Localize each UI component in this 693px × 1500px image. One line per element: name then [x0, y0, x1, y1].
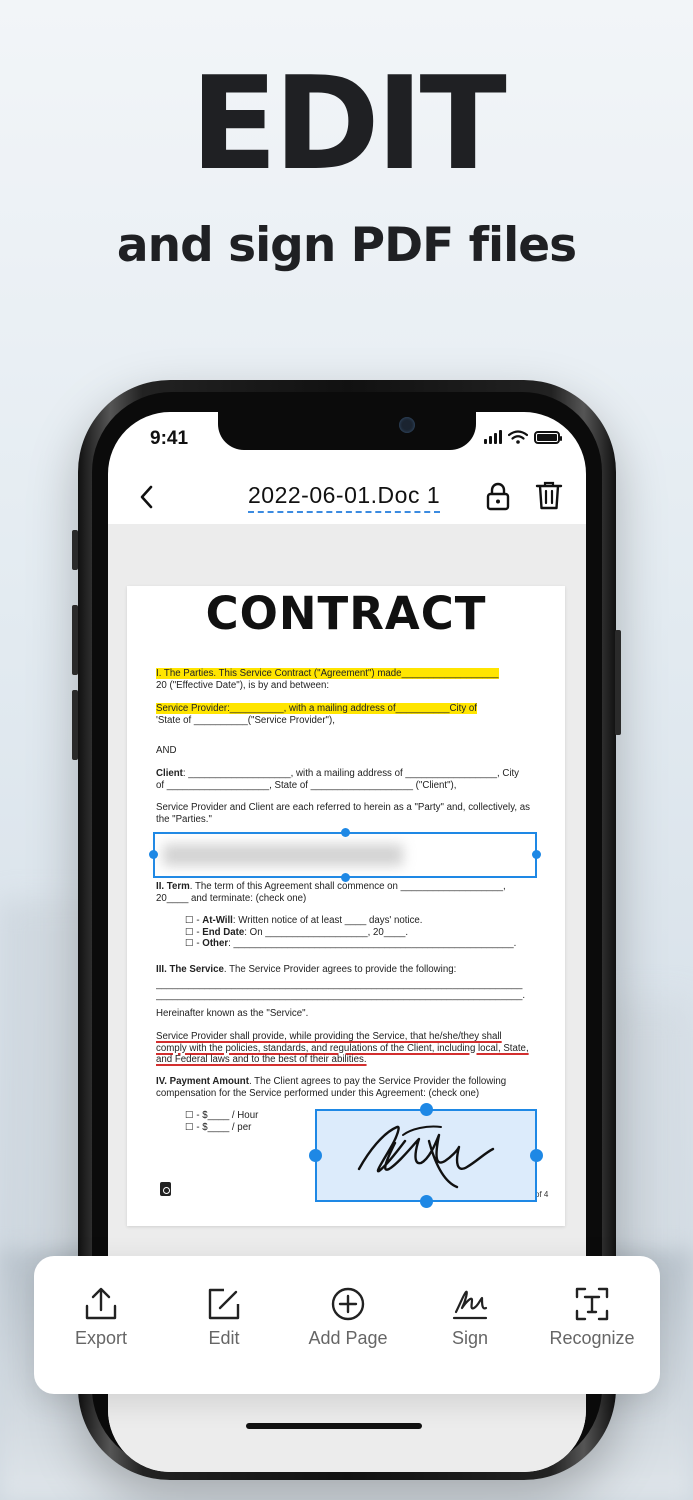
option-label: Other	[202, 938, 229, 949]
term-label: II. Term	[156, 881, 190, 892]
payment-options[interactable]: ☐ - $____ / Hour ☐ - $____ / per	[185, 1110, 305, 1133]
payment-label: IV. Payment Amount	[156, 1076, 249, 1087]
service-paragraph[interactable]: III. The Service. The Service Provider a…	[156, 964, 540, 1002]
bottom-toolbar: Export Edit Add Page Sign Recognize	[34, 1256, 660, 1394]
edit-label: Edit	[208, 1328, 240, 1348]
export-button[interactable]: Export	[46, 1286, 156, 1349]
paragraph-line: . The term of this Agreement shall comme…	[189, 881, 506, 892]
page-number: of 4	[535, 1190, 549, 1199]
option-text: : ______________________________________…	[228, 938, 517, 949]
checkbox: ☐ -	[185, 938, 203, 949]
sign-icon	[452, 1290, 488, 1320]
volume-up-button	[72, 605, 78, 675]
underlined-text: comply with the policies, standards, and…	[156, 1042, 529, 1054]
highlighted-text: Service Provider:__________, with a mail…	[156, 703, 477, 714]
paragraph-line: Service Provider and Client are each ref…	[156, 802, 530, 813]
paragraph-line: of ___________________, State of _______…	[156, 779, 457, 791]
signature-drawing	[357, 1125, 495, 1189]
per-option[interactable]: ☐ - $____ / per	[185, 1122, 305, 1134]
paragraph-line: 'State of __________("Service Provider")…	[156, 714, 335, 726]
end-date-option[interactable]: ☐ - End Date: On ___________________, 20…	[185, 927, 535, 939]
status-icons	[484, 430, 562, 444]
option-text: : Written notice of at least ____ days' …	[232, 915, 423, 926]
app-logo-icon	[160, 1182, 171, 1196]
contract-heading: CONTRACT	[205, 587, 487, 640]
client-paragraph[interactable]: Client: ___________________, with a mail…	[156, 768, 540, 791]
add-page-label: Add Page	[308, 1328, 388, 1348]
parties-definition-paragraph[interactable]: Service Provider and Client are each ref…	[156, 802, 540, 825]
service-provider-obligations[interactable]: Service Provider shall provide, while pr…	[156, 1031, 546, 1066]
notch	[218, 412, 476, 450]
underlined-text: and Federal laws and to the best of thei…	[156, 1054, 367, 1065]
camera-icon	[399, 417, 415, 433]
power-button	[615, 630, 621, 735]
sign-label: Sign	[451, 1328, 489, 1348]
home-indicator[interactable]	[246, 1423, 422, 1429]
hero-title: EDIT	[190, 50, 507, 199]
other-option[interactable]: ☐ - Other: _____________________________…	[185, 938, 535, 950]
paragraph-line: . The Client agrees to pay the Service P…	[248, 1076, 507, 1087]
at-will-option[interactable]: ☐ - At-Will: Written notice of at least …	[185, 915, 535, 927]
highlighted-text: I. The Parties. This Service Contract ("…	[156, 668, 499, 679]
hourly-option[interactable]: ☐ - $____ / Hour	[185, 1110, 305, 1122]
battery-icon	[534, 430, 562, 444]
mute-switch	[72, 530, 78, 570]
resize-handle-top[interactable]	[341, 828, 350, 837]
recognize-label: Recognize	[549, 1328, 635, 1348]
document-title[interactable]: 2022-06-01.Doc 1	[248, 482, 441, 513]
parties-paragraph[interactable]: I. The Parties. This Service Contract ("…	[156, 668, 540, 691]
hero-subtitle: and sign PDF files	[116, 218, 577, 273]
and-text: AND	[156, 745, 177, 756]
client-label: Client	[156, 768, 183, 779]
term-paragraph[interactable]: II. Term. The term of this Agreement sha…	[156, 881, 540, 904]
signature-box[interactable]	[309, 1103, 543, 1208]
add-page-icon	[331, 1287, 365, 1321]
paragraph-line: : ___________________, with a mailing ad…	[182, 768, 520, 779]
option-label: End Date	[202, 926, 245, 938]
paragraph-line: . The Service Provider agrees to provide…	[223, 964, 457, 975]
paragraph-line: the "Parties."	[156, 813, 212, 825]
document-page[interactable]: CONTRACT I. The Parties. This Service Co…	[127, 586, 565, 1226]
hereinafter-text: Hereinafter known as the "Service".	[156, 1008, 309, 1019]
edit-icon	[208, 1288, 240, 1320]
underlined-text: Service Provider shall provide, while pr…	[156, 1031, 502, 1042]
term-options[interactable]: ☐ - At-Will: Written notice of at least …	[185, 915, 535, 950]
service-provider-paragraph[interactable]: Service Provider:__________, with a mail…	[156, 703, 540, 726]
resize-handle-left[interactable]	[309, 1149, 322, 1162]
service-label: III. The Service	[156, 964, 224, 975]
back-icon[interactable]	[132, 482, 162, 512]
resize-handle-left[interactable]	[149, 850, 158, 859]
edit-button[interactable]: Edit	[169, 1286, 279, 1349]
redacted-selection[interactable]	[149, 828, 541, 882]
redacted-text	[163, 844, 403, 866]
recognize-button[interactable]: Recognize	[537, 1286, 647, 1349]
resize-handle-right[interactable]	[530, 1149, 543, 1162]
recognize-icon	[575, 1287, 609, 1321]
volume-down-button	[72, 690, 78, 760]
lock-icon[interactable]	[485, 481, 511, 511]
sign-button[interactable]: Sign	[415, 1286, 525, 1349]
export-icon	[85, 1287, 117, 1320]
export-label: Export	[74, 1328, 128, 1348]
resize-handle-right[interactable]	[532, 850, 541, 859]
blank-line: ________________________________________…	[156, 978, 523, 990]
checkbox: ☐ -	[185, 915, 203, 926]
payment-paragraph[interactable]: IV. Payment Amount. The Client agrees to…	[156, 1076, 540, 1099]
paragraph-line: 20____ and terminate: (check one)	[156, 892, 307, 904]
blank-line: ________________________________________…	[156, 990, 526, 1001]
wifi-icon	[508, 430, 528, 444]
add-page-button[interactable]: Add Page	[293, 1286, 403, 1349]
resize-handle-top[interactable]	[420, 1103, 433, 1116]
signal-icon	[484, 430, 502, 444]
paragraph-line: compensation for the Service performed u…	[156, 1087, 480, 1099]
option-text: : On ___________________, 20____.	[244, 926, 409, 938]
nav-bar: 2022-06-01.Doc 1	[108, 472, 586, 524]
option-label: At-Will	[202, 915, 233, 926]
paragraph-line: 20 ("Effective Date"), is by and between…	[156, 679, 330, 691]
checkbox: ☐ -	[185, 926, 203, 938]
status-time: 9:41	[150, 428, 189, 449]
trash-icon[interactable]	[535, 480, 563, 510]
resize-handle-bottom[interactable]	[420, 1195, 433, 1208]
